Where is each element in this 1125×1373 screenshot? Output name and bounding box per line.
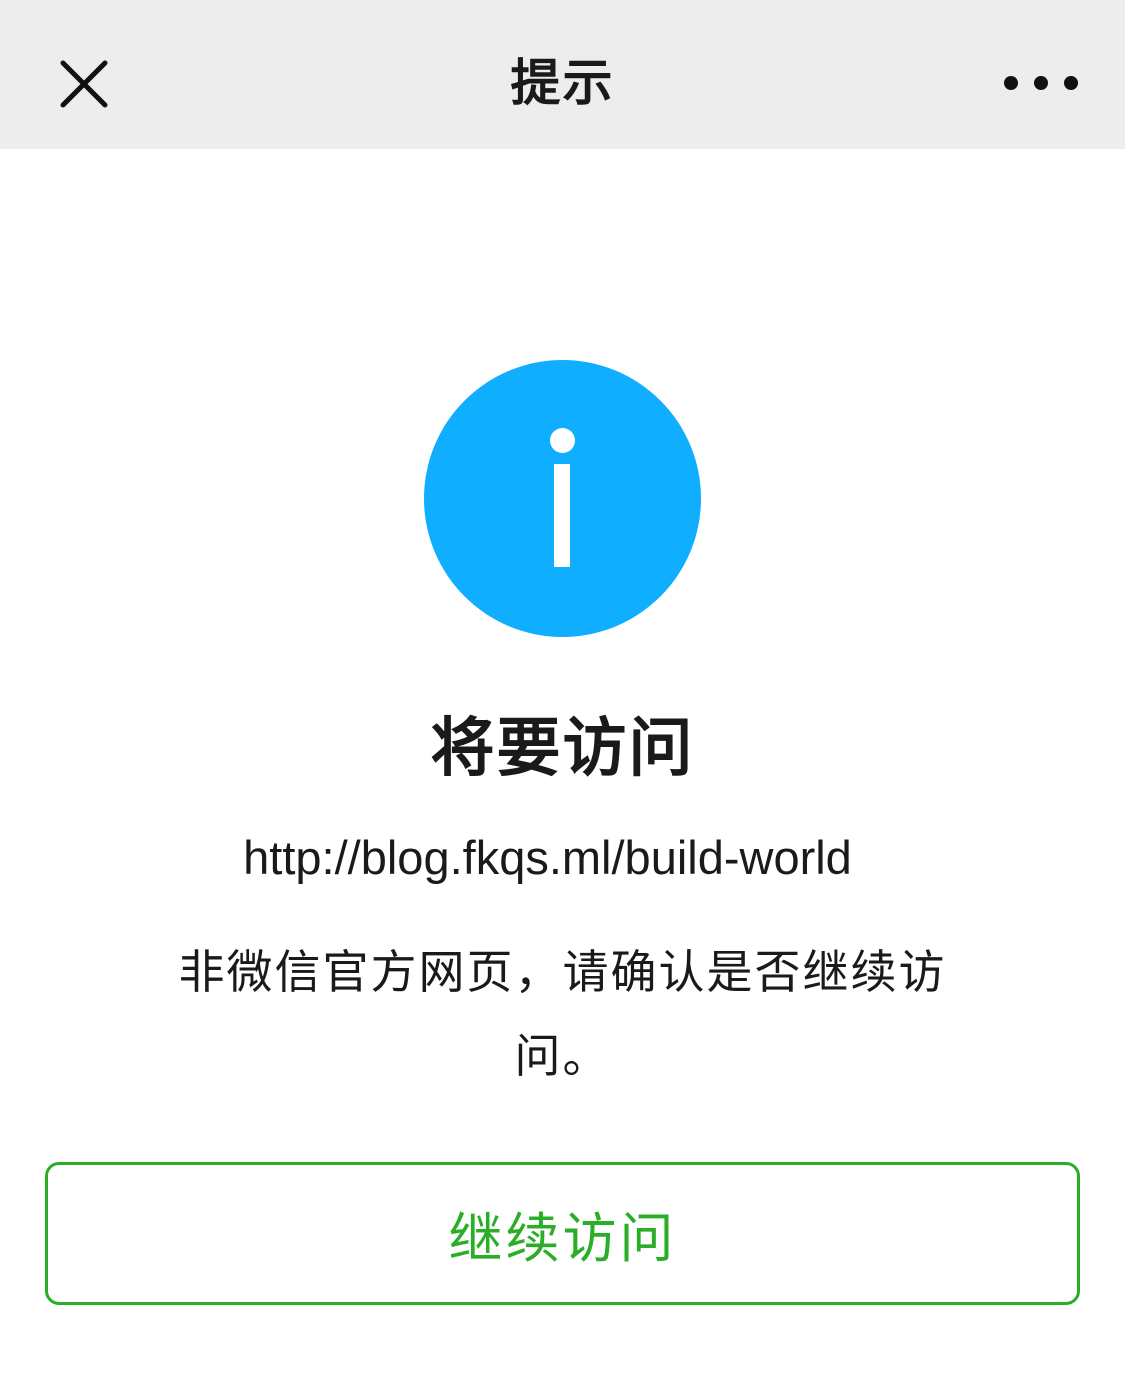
info-icon-stem bbox=[554, 464, 570, 567]
more-icon bbox=[1004, 76, 1018, 90]
more-icon-dot bbox=[1034, 76, 1048, 90]
message-description: 非微信官方网页，请确认是否继续访问。 bbox=[178, 945, 947, 1083]
nav-title: 提示 bbox=[510, 54, 615, 112]
message-title: 将要访问 bbox=[430, 712, 695, 786]
info-icon-dot bbox=[550, 428, 575, 453]
more-icon-dot bbox=[1064, 76, 1078, 90]
nav-bar: 提示 bbox=[0, 0, 1125, 149]
continue-button[interactable]: 继续访问 bbox=[45, 1162, 1080, 1305]
warning-page: 提示 将要访问 http://blog.fkqs.ml/build-world … bbox=[0, 0, 1125, 1373]
info-icon bbox=[424, 360, 701, 637]
more-button[interactable] bbox=[1004, 60, 1078, 106]
target-url: http://blog.fkqs.ml/build-world bbox=[243, 831, 852, 884]
